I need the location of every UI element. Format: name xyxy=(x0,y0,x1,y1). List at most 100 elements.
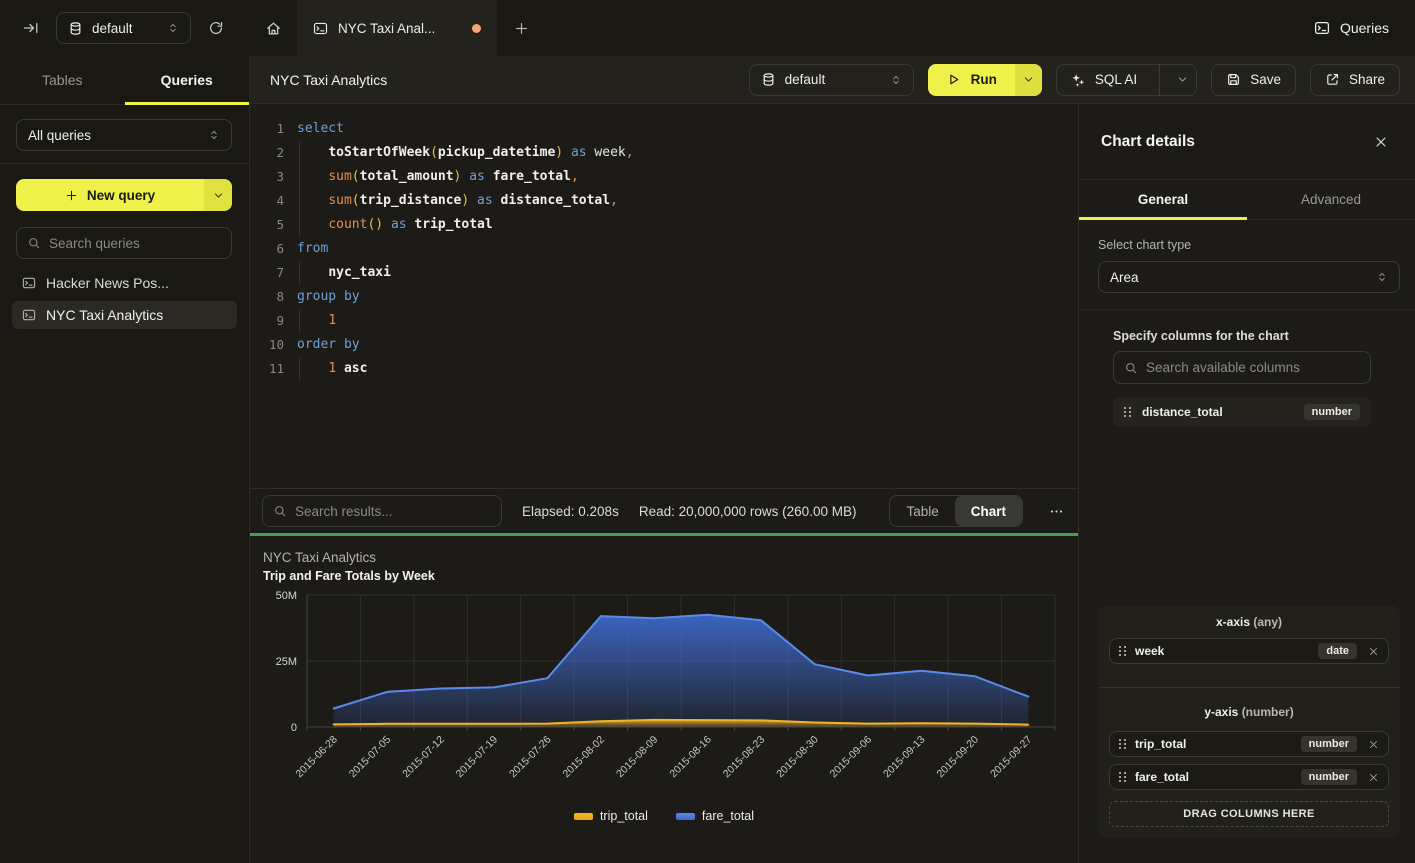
run-options-dropdown[interactable] xyxy=(1015,64,1042,96)
query-item-label: Hacker News Pos... xyxy=(46,275,169,291)
top-bar-right: Queries xyxy=(1314,0,1415,56)
new-query-main[interactable]: New query xyxy=(16,179,204,211)
legend-item-fare_total[interactable]: fare_total xyxy=(676,809,754,823)
x-axis-title: x-axis (any) xyxy=(1109,615,1389,631)
view-tab-table[interactable]: Table xyxy=(890,496,954,526)
panel-header: Chart details xyxy=(1079,104,1415,180)
editor-line: 3 sum(total_amount) as fare_total, xyxy=(250,165,1078,189)
sql-ai-dropdown[interactable] xyxy=(1169,65,1196,95)
remove-column-button[interactable] xyxy=(1368,772,1379,783)
chart-subtitle: Trip and Fare Totals by Week xyxy=(263,569,435,583)
close-icon xyxy=(1368,772,1379,783)
chevron-up-down-icon xyxy=(208,128,220,142)
chart-type-label: Select chart type xyxy=(1098,238,1191,252)
sql-ai-label: SQL AI xyxy=(1095,72,1137,87)
svg-text:50M: 50M xyxy=(276,590,297,602)
column-item-fare_total[interactable]: fare_totalnumber xyxy=(1109,764,1389,790)
query-list-item[interactable]: Hacker News Pos... xyxy=(12,269,237,297)
rows-read: Read: 20,000,000 rows (260.00 MB) xyxy=(639,504,857,519)
close-icon[interactable] xyxy=(1374,135,1388,149)
code-line: sum(trip_distance) as distance_total, xyxy=(297,189,618,213)
home-button[interactable] xyxy=(250,0,297,56)
svg-text:0: 0 xyxy=(291,722,297,734)
column-item-distance_total[interactable]: distance_totalnumber xyxy=(1113,397,1371,427)
sql-editor[interactable]: 1select2 toStartOfWeek(pickup_datetime) … xyxy=(250,104,1078,488)
column-name: trip_total xyxy=(1135,737,1186,751)
database-icon xyxy=(68,21,83,36)
search-icon xyxy=(273,504,287,518)
new-query-dropdown[interactable] xyxy=(204,179,232,211)
search-results-box xyxy=(262,495,502,527)
share-button[interactable]: Share xyxy=(1310,64,1400,96)
results-toolbar: Elapsed: 0.208s Read: 20,000,000 rows (2… xyxy=(250,488,1078,533)
refresh-icon[interactable] xyxy=(208,20,224,36)
search-queries-input[interactable] xyxy=(49,236,221,251)
svg-text:2015-07-26: 2015-07-26 xyxy=(507,734,554,781)
remove-column-button[interactable] xyxy=(1368,739,1379,750)
drag-handle-icon[interactable] xyxy=(1119,772,1126,782)
column-type-badge: date xyxy=(1318,643,1357,659)
drag-handle-icon[interactable] xyxy=(1119,646,1126,656)
svg-text:2015-07-19: 2015-07-19 xyxy=(454,734,501,781)
chart-details-panel: Chart details General Advanced Select ch… xyxy=(1078,104,1415,863)
chevron-down-icon xyxy=(1177,74,1188,85)
new-query-button[interactable]: New query xyxy=(16,179,232,211)
x-axis-section: x-axis (any) weekdate xyxy=(1098,605,1400,688)
collapse-sidebar-icon[interactable] xyxy=(23,20,39,36)
view-tab-chart[interactable]: Chart xyxy=(955,496,1022,526)
code-line: nyc_taxi xyxy=(297,261,391,285)
column-item-week[interactable]: weekdate xyxy=(1109,638,1389,664)
unsaved-indicator-dot xyxy=(472,24,481,33)
drag-handle-icon[interactable] xyxy=(1119,739,1126,749)
sql-console-app: default NYC Taxi Anal... xyxy=(0,0,1415,863)
code-line: count() as trip_total xyxy=(297,213,493,237)
queries-link-label: Queries xyxy=(1340,20,1389,36)
legend-item-trip_total[interactable]: trip_total xyxy=(574,809,648,823)
panel-divider xyxy=(1079,309,1415,310)
chart-type-select[interactable]: Area xyxy=(1098,261,1400,293)
toolbar-database-selector[interactable]: default xyxy=(749,64,914,96)
search-results-input[interactable] xyxy=(295,504,491,519)
run-button[interactable]: Run xyxy=(928,64,1042,96)
drop-zone[interactable]: DRAG COLUMNS HERE xyxy=(1109,801,1389,827)
new-tab-button[interactable] xyxy=(497,0,545,56)
queries-link[interactable]: Queries xyxy=(1314,20,1389,36)
panel-tab-general[interactable]: General xyxy=(1079,179,1247,219)
query-item-label: NYC Taxi Analytics xyxy=(46,307,163,323)
svg-text:2015-08-09: 2015-08-09 xyxy=(614,734,661,781)
line-number: 2 xyxy=(250,141,297,165)
line-number: 8 xyxy=(250,285,297,309)
query-filter-select[interactable]: All queries xyxy=(16,119,232,151)
area-chart: 025M50M2015-06-282015-07-052015-07-12201… xyxy=(250,586,1078,807)
chevron-up-down-icon xyxy=(167,21,179,35)
search-columns-input[interactable] xyxy=(1146,360,1360,375)
svg-text:2015-08-16: 2015-08-16 xyxy=(667,734,714,781)
column-item-trip_total[interactable]: trip_totalnumber xyxy=(1109,731,1389,757)
tab-strip: NYC Taxi Anal... xyxy=(250,0,545,56)
share-button-label: Share xyxy=(1349,72,1385,87)
run-button-label: Run xyxy=(971,72,997,87)
remove-column-button[interactable] xyxy=(1368,646,1379,657)
tab-nyc-taxi-analytics[interactable]: NYC Taxi Anal... xyxy=(297,0,497,56)
legend-label: trip_total xyxy=(600,809,648,823)
console-icon xyxy=(313,21,328,36)
save-button[interactable]: Save xyxy=(1211,64,1296,96)
x-axis-items: weekdate xyxy=(1109,638,1389,664)
drag-handle-icon[interactable] xyxy=(1124,407,1131,417)
sidebar-tab-queries[interactable]: Queries xyxy=(125,56,250,104)
database-icon xyxy=(761,72,776,87)
run-button-main[interactable]: Run xyxy=(928,64,1015,96)
ellipsis-icon[interactable] xyxy=(1043,504,1066,519)
sql-ai-main[interactable]: SQL AI xyxy=(1057,65,1150,95)
sql-ai-button[interactable]: SQL AI xyxy=(1056,64,1197,96)
toolbar-database-value: default xyxy=(785,72,881,87)
console-icon xyxy=(22,308,36,322)
sidebar-divider xyxy=(0,163,249,164)
query-list-item[interactable]: NYC Taxi Analytics xyxy=(12,301,237,329)
svg-text:2015-08-02: 2015-08-02 xyxy=(561,734,608,781)
line-number: 5 xyxy=(250,213,297,237)
panel-tab-advanced[interactable]: Advanced xyxy=(1247,179,1415,219)
sidebar-tab-tables[interactable]: Tables xyxy=(0,56,125,104)
code-line: 1 asc xyxy=(297,357,367,381)
database-selector[interactable]: default xyxy=(56,12,191,44)
